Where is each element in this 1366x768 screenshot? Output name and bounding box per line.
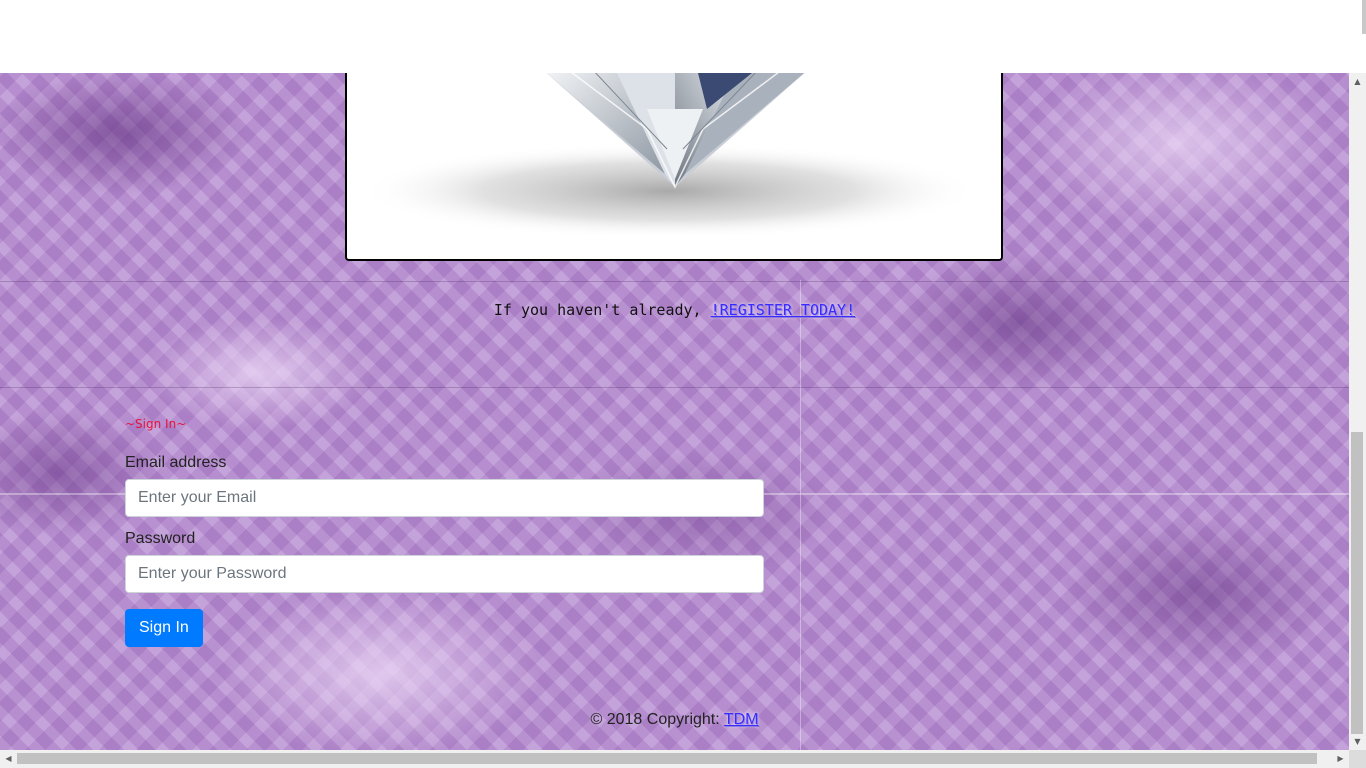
section-divider xyxy=(0,387,1349,388)
scrollbar-corner xyxy=(1349,750,1366,768)
footer: © 2018 Copyright: TDM xyxy=(0,711,1349,729)
horizontal-scrollbar[interactable]: ◀ ▶ xyxy=(0,750,1349,768)
page-viewport: If you haven't already, !REGISTER TODAY!… xyxy=(0,73,1349,750)
diamond-image xyxy=(345,73,1003,261)
top-scrollbar-sliver xyxy=(1362,0,1366,34)
scroll-up-arrow-icon[interactable]: ▲ xyxy=(1349,73,1366,90)
diamond-graphic xyxy=(359,73,979,239)
signin-form: ~Sign In~ Email address Password Sign In xyxy=(125,415,765,647)
password-field[interactable] xyxy=(125,555,764,593)
vertical-scroll-thumb[interactable] xyxy=(1351,432,1363,734)
horizontal-scroll-thumb[interactable] xyxy=(17,753,1317,764)
register-prompt-text: If you haven't already, xyxy=(493,301,711,319)
scroll-down-arrow-icon[interactable]: ▼ xyxy=(1349,733,1366,750)
register-prompt: If you haven't already, !REGISTER TODAY! xyxy=(0,301,1349,319)
password-label: Password xyxy=(125,530,196,547)
email-field[interactable] xyxy=(125,479,764,517)
signin-heading: ~Sign In~ xyxy=(125,417,187,431)
scroll-right-arrow-icon[interactable]: ▶ xyxy=(1332,750,1349,768)
scroll-left-arrow-icon[interactable]: ◀ xyxy=(0,750,17,768)
section-divider xyxy=(0,281,1349,282)
copyright-link[interactable]: TDM xyxy=(724,711,759,728)
browser-top-area xyxy=(0,0,1366,73)
copyright-text: © 2018 Copyright: xyxy=(590,711,724,728)
vertical-scrollbar[interactable]: ▲ ▼ xyxy=(1349,73,1366,750)
signin-button[interactable]: Sign In xyxy=(125,609,203,647)
email-label: Email address xyxy=(125,454,227,471)
register-link[interactable]: !REGISTER TODAY! xyxy=(711,301,856,319)
background-tile-seam xyxy=(800,280,801,750)
